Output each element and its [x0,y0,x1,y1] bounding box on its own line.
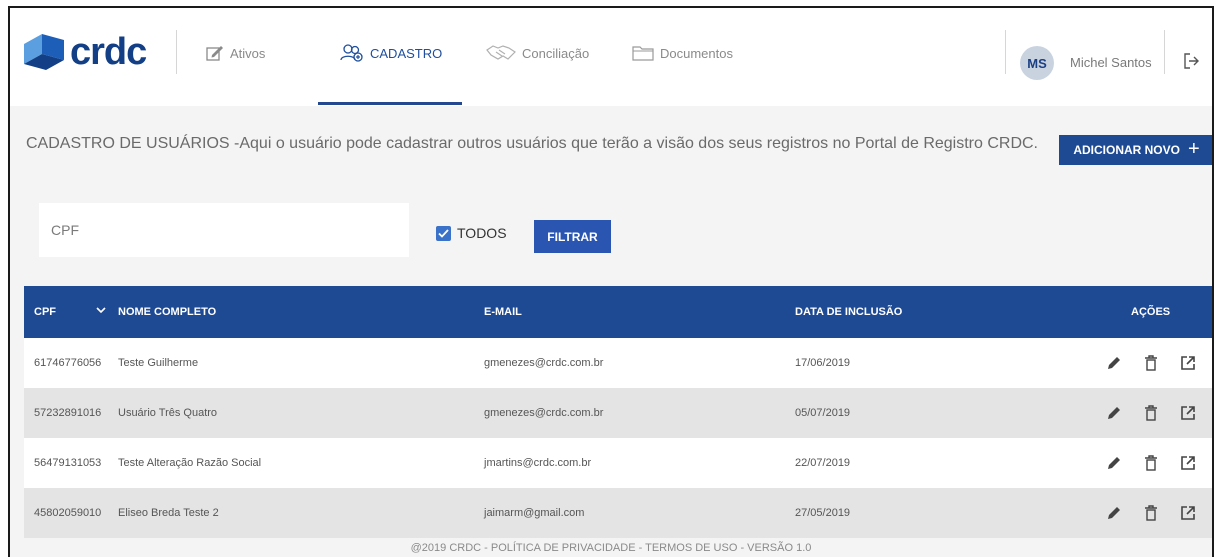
cell-data: 22/07/2019 [795,457,851,469]
user-name[interactable]: Michel Santos [1070,55,1152,70]
open-external-icon [1181,406,1195,420]
table-row: 45802059010 Eliseo Breda Teste 2 jaimarm… [24,488,1212,538]
delete-button[interactable] [1141,504,1161,522]
row-actions [1104,454,1198,472]
handshake-icon [486,45,516,60]
open-external-icon [1181,456,1195,470]
column-header-email: E-MAIL [484,306,522,318]
logout-icon [1184,53,1199,69]
checkbox-checked-icon [436,225,451,241]
nav-item-documentos[interactable]: Documentos [632,42,733,64]
add-new-label: ADICIONAR NOVO [1073,143,1180,157]
cell-data: 27/05/2019 [795,507,851,519]
crdc-logo[interactable]: crdc [24,31,147,73]
column-header-cpf[interactable]: CPF [34,306,56,318]
delete-button[interactable] [1141,454,1161,472]
column-header-acoes: AÇÕES [1131,306,1171,318]
table-row: 57232891016 Usuário Três Quatro gmenezes… [24,388,1212,438]
open-external-button[interactable] [1178,504,1198,522]
edit-button[interactable] [1104,454,1124,472]
pencil-icon [1108,507,1120,519]
nav-item-cadastro[interactable]: CADASTRO [340,42,442,64]
nav-label-ativos: Ativos [230,45,266,61]
table-row: 61746776056 Teste Guilherme gmenezes@crd… [24,338,1212,388]
cell-email: jaimarm@gmail.com [484,507,585,519]
column-header-data: DATA DE INCLUSÃO [795,306,903,318]
trash-icon [1145,505,1157,521]
trash-icon [1145,455,1157,471]
nav-item-conciliacao[interactable]: Conciliação [486,42,589,64]
avatar[interactable]: MS [1020,46,1054,80]
nav-label-cadastro: CADASTRO [370,45,443,61]
delete-button[interactable] [1141,404,1161,422]
nav-item-ativos[interactable]: Ativos [206,42,265,64]
divider [176,30,177,74]
crdc-logo-mark [24,34,64,70]
open-external-icon [1181,356,1195,370]
open-external-button[interactable] [1178,454,1198,472]
cell-cpf: 45802059010 [34,507,102,519]
delete-button[interactable] [1141,354,1161,372]
plus-icon: + [1187,138,1200,160]
active-tab-indicator [318,102,462,105]
todos-checkbox[interactable]: TODOS [436,225,507,241]
table-header: CPF NOME COMPLETO E-MAIL DATA DE INCLUSÃ… [24,286,1212,338]
column-header-nome: NOME COMPLETO [118,306,217,318]
open-external-button[interactable] [1178,404,1198,422]
nav-label-conciliacao: Conciliação [522,45,590,61]
chevron-down-icon[interactable] [96,306,106,314]
cell-data: 17/06/2019 [795,357,851,369]
app-frame: crdc Ativos CADASTRO Conciliação Documen… [8,6,1214,557]
edit-button[interactable] [1104,504,1124,522]
filter-button[interactable]: FILTRAR [534,220,611,253]
cell-cpf: 57232891016 [34,407,102,419]
pencil-icon [1108,457,1120,469]
row-actions [1104,504,1198,522]
users-icon [340,44,363,62]
cell-nome: Eliseo Breda Teste 2 [118,507,219,519]
cell-nome: Teste Guilherme [118,357,199,369]
cell-email: gmenezes@crdc.com.br [484,407,604,419]
cell-data: 05/07/2019 [795,407,851,419]
pencil-icon [1108,357,1120,369]
edit-box-icon [206,46,223,61]
table-row: 56479131053 Teste Alteração Razão Social… [24,438,1212,488]
logout-button[interactable] [1183,52,1199,75]
logo-text: crdc [70,31,147,73]
pencil-icon [1108,407,1120,419]
edit-button[interactable] [1104,354,1124,372]
footer-text[interactable]: @2019 CRDC - POLÍTICA DE PRIVACIDADE - T… [10,542,1212,554]
top-bar: crdc Ativos CADASTRO Conciliação Documen… [10,8,1212,106]
open-external-icon [1181,506,1195,520]
cell-cpf: 61746776056 [34,357,102,369]
divider [1005,30,1006,74]
cell-nome: Usuário Três Quatro [118,407,218,419]
users-table: CPF NOME COMPLETO E-MAIL DATA DE INCLUSÃ… [24,286,1212,538]
row-actions [1104,404,1198,422]
divider [1164,30,1165,74]
edit-button[interactable] [1104,404,1124,422]
add-new-button[interactable]: ADICIONAR NOVO + [1059,135,1212,165]
todos-label: TODOS [457,225,507,241]
trash-icon [1145,355,1157,371]
row-actions [1104,354,1198,372]
cell-email: jmartins@crdc.com.br [484,457,592,469]
cpf-search-input[interactable] [39,203,409,257]
cell-nome: Teste Alteração Razão Social [118,457,262,469]
nav-label-documentos: Documentos [660,45,733,61]
cell-cpf: 56479131053 [34,457,102,469]
folder-icon [632,46,654,61]
page-description: CADASTRO DE USUÁRIOS -Aqui o usuário pod… [26,135,1038,152]
trash-icon [1145,405,1157,421]
open-external-button[interactable] [1178,354,1198,372]
cell-email: gmenezes@crdc.com.br [484,357,604,369]
